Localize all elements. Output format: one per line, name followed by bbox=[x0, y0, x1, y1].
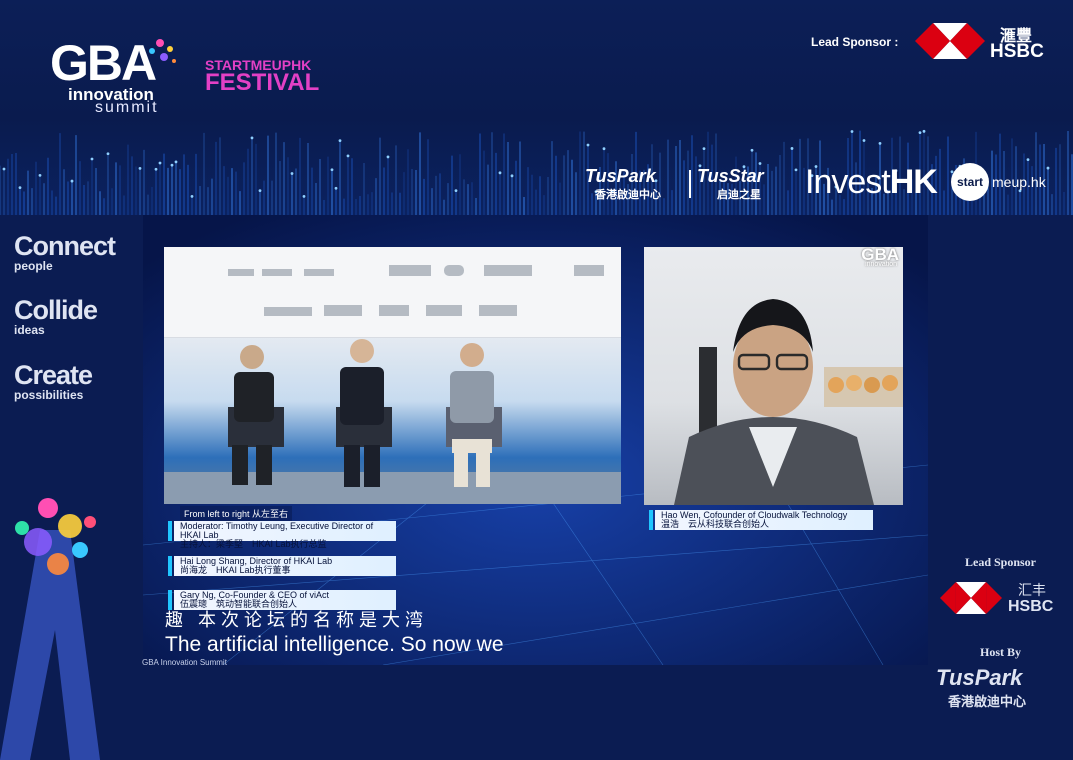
hsbc-name: HSBC bbox=[990, 41, 1044, 62]
guest-camera-feed: GBA innovation bbox=[644, 247, 903, 505]
decorative-a-graphic bbox=[0, 498, 100, 760]
logo-divider bbox=[689, 170, 691, 198]
tagline-small: ideas bbox=[14, 323, 45, 337]
subtitle-english: The artificial intelligence. So now we bbox=[165, 633, 504, 656]
host-tuspark-chinese: 香港啟迪中心 bbox=[948, 694, 1027, 709]
tuspark-logo: TusPark bbox=[585, 166, 656, 186]
subtitle-chinese: 趣 本次论坛的名称是大湾 bbox=[165, 610, 428, 630]
guest-name-cn: 温浩 云从科技联合创始人 bbox=[661, 519, 770, 529]
panelist-caption: Hai Long Shang, Director of HKAI Lab 尚海龙… bbox=[168, 556, 396, 576]
tagline-big: Collide bbox=[14, 295, 98, 325]
hsbc-hexagon-icon bbox=[940, 582, 1002, 614]
event-header: GBA innovation summit STARTMEUPHK FESTIV… bbox=[0, 0, 1073, 215]
tagline-small: possibilities bbox=[14, 388, 84, 402]
investhk-logo: InvestHK bbox=[805, 163, 938, 202]
caption-heading: From left to right 从左至右 bbox=[180, 506, 293, 521]
right-lead-sponsor-label: Lead Sponsor bbox=[964, 555, 1037, 569]
gba-logo-text: GBA bbox=[50, 35, 157, 91]
host-by-label: Host By bbox=[979, 645, 1021, 659]
gba-watermark-sub: innovation bbox=[865, 261, 897, 268]
below-video-area bbox=[143, 665, 928, 760]
startmeup-domain: meup.hk bbox=[992, 174, 1046, 190]
tagline-small: people bbox=[14, 259, 53, 273]
host-tuspark-logo: TusPark bbox=[936, 665, 1023, 690]
left-sidebar: Connect people Collide ideas Create poss… bbox=[0, 215, 143, 760]
panelist-name-en: Moderator: Timothy Leung, Executive Dire… bbox=[180, 521, 374, 540]
gba-logo-summit: summit bbox=[95, 99, 159, 116]
hsbc-hexagon-icon bbox=[915, 23, 985, 59]
tagline-big: Create bbox=[14, 360, 93, 390]
panel-speakers-illustration bbox=[228, 265, 604, 487]
caption-accent bbox=[649, 510, 653, 530]
panelist-name-cn: 尚海龙 HKAI Lab执行董事 bbox=[180, 565, 291, 575]
tagline-create: Create possibilities bbox=[14, 360, 93, 402]
caption-accent bbox=[168, 556, 172, 576]
panelist-name-cn: 主持人：梁季堅 HKAI Lab执行总监 bbox=[180, 539, 327, 549]
tusstar-chinese-name: 启迪之星 bbox=[717, 189, 761, 201]
investhk-bold: HK bbox=[889, 163, 938, 201]
right-sidebar: Lead Sponsor 汇丰 HSBC Host By TusPark 香港啟… bbox=[928, 215, 1073, 760]
tagline-connect: Connect people bbox=[14, 231, 116, 273]
caption-accent bbox=[168, 521, 172, 541]
lead-sponsor-label: Lead Sponsor : bbox=[811, 35, 899, 49]
panel-camera-feed bbox=[164, 247, 621, 504]
guest-speaker-illustration bbox=[674, 299, 903, 505]
tagline-big: Connect bbox=[14, 231, 116, 261]
right-hsbc-chinese: 汇丰 bbox=[1018, 582, 1046, 598]
guest-caption: Hao Wen, Cofounder of Cloudwalk Technolo… bbox=[649, 510, 873, 530]
tagline-collide: Collide ideas bbox=[14, 295, 98, 337]
tusstar-logo: TusStar bbox=[697, 166, 764, 186]
festival-logo-line2: FESTIVAL bbox=[205, 69, 320, 96]
startmeup-circle-logo: start bbox=[951, 163, 989, 201]
investhk-light: Invest bbox=[805, 163, 891, 201]
panelist-caption: Moderator: Timothy Leung, Executive Dire… bbox=[168, 521, 396, 549]
right-hsbc-name: HSBC bbox=[1008, 598, 1054, 615]
tuspark-chinese-name: 香港啟迪中心 bbox=[595, 189, 661, 201]
